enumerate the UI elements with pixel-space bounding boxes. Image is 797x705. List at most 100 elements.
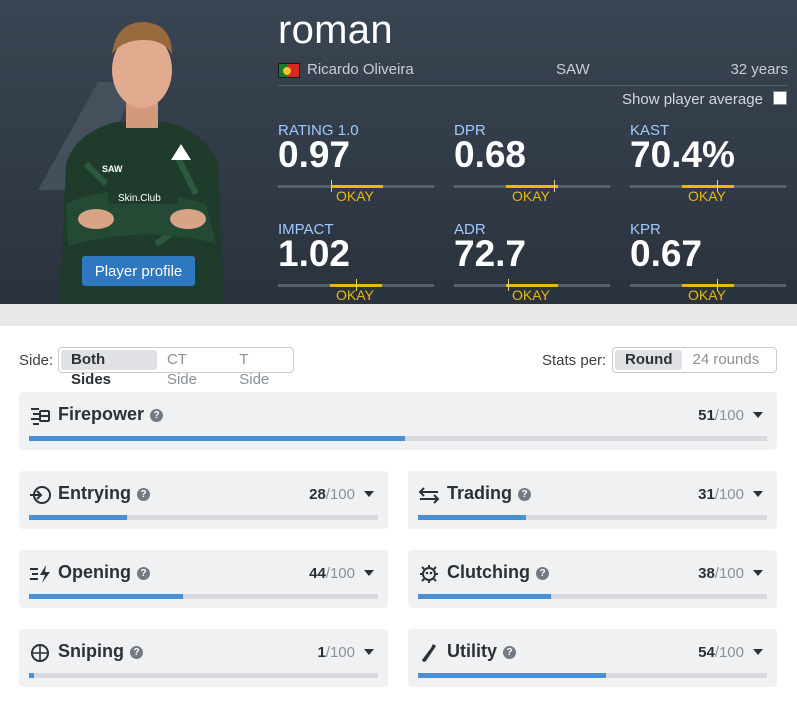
stat-dpr: DPR 0.68 OKAY bbox=[454, 122, 610, 212]
player-age: 32 years bbox=[730, 61, 788, 78]
category-title: Entrying? bbox=[58, 483, 151, 504]
stat-value: 72.7 bbox=[454, 233, 527, 274]
stat-rating-badge: OKAY bbox=[512, 188, 550, 204]
category-bar-fill bbox=[418, 515, 527, 520]
category-bar-fill bbox=[418, 594, 551, 599]
help-icon[interactable]: ? bbox=[150, 409, 164, 422]
side-option-ct[interactable]: CT Side bbox=[157, 350, 229, 388]
help-icon[interactable]: ? bbox=[130, 646, 143, 659]
stat-impact: IMPACT 1.02 OKAY bbox=[278, 221, 434, 304]
chevron-down-icon[interactable] bbox=[753, 412, 763, 418]
entrying-icon bbox=[30, 486, 51, 504]
stat-rating: RATING 1.0 0.97 OKAY bbox=[278, 122, 434, 212]
player-team[interactable]: SAW bbox=[556, 61, 590, 78]
category-card-utility[interactable]: Utility? 54/100 bbox=[408, 629, 777, 687]
stat-rating-badge: OKAY bbox=[336, 188, 374, 204]
utility-icon bbox=[422, 644, 436, 662]
category-score: 1/100 bbox=[317, 644, 355, 661]
category-bar bbox=[29, 673, 378, 678]
portugal-flag-icon bbox=[278, 63, 300, 78]
per-option-round[interactable]: Round bbox=[615, 350, 683, 370]
stat-bar-marker bbox=[554, 180, 555, 192]
category-score: 28/100 bbox=[309, 486, 355, 503]
help-icon[interactable]: ? bbox=[137, 567, 150, 580]
category-bar bbox=[29, 436, 767, 441]
stat-bar-marker bbox=[331, 180, 332, 192]
category-bar-fill bbox=[418, 673, 607, 678]
header-divider-band bbox=[0, 304, 797, 326]
category-bar bbox=[29, 594, 378, 599]
stat-kpr: KPR 0.67 OKAY bbox=[630, 221, 786, 304]
player-nickname: roman bbox=[278, 8, 393, 52]
category-card-opening[interactable]: Opening? 44/100 bbox=[19, 550, 388, 608]
show-average-label: Show player average bbox=[622, 91, 763, 108]
category-score: 44/100 bbox=[309, 565, 355, 582]
category-title: Opening? bbox=[58, 562, 150, 583]
chevron-down-icon[interactable] bbox=[364, 649, 374, 655]
chevron-down-icon[interactable] bbox=[753, 491, 763, 497]
trading-icon bbox=[418, 487, 440, 504]
stat-bar-marker bbox=[508, 279, 509, 291]
category-title: Trading? bbox=[447, 483, 532, 504]
chevron-down-icon[interactable] bbox=[364, 491, 374, 497]
category-bar-fill bbox=[29, 594, 183, 599]
category-bar bbox=[418, 594, 767, 599]
help-icon[interactable]: ? bbox=[137, 488, 151, 501]
stat-rating-badge: OKAY bbox=[336, 287, 374, 303]
category-card-trading[interactable]: Trading? 31/100 bbox=[408, 471, 777, 529]
category-bar-fill bbox=[29, 436, 406, 441]
stat-value: 70.4% bbox=[630, 134, 735, 175]
player-real-name: Ricardo Oliveira bbox=[307, 61, 414, 78]
stat-value: 0.68 bbox=[454, 134, 527, 175]
stats-per-label: Stats per: bbox=[542, 352, 607, 369]
crosshair-icon bbox=[31, 644, 49, 662]
help-icon[interactable]: ? bbox=[518, 488, 532, 501]
category-bar bbox=[29, 515, 378, 520]
category-bar-fill bbox=[29, 515, 127, 520]
help-icon[interactable]: ? bbox=[536, 567, 549, 580]
stat-rating-badge: OKAY bbox=[688, 287, 726, 303]
category-score: 31/100 bbox=[698, 486, 744, 503]
category-bar-fill bbox=[29, 673, 35, 678]
stat-value: 1.02 bbox=[278, 233, 351, 274]
chevron-down-icon[interactable] bbox=[753, 570, 763, 576]
category-bar bbox=[418, 673, 767, 678]
per-option-24-rounds[interactable]: 24 rounds bbox=[682, 350, 769, 370]
side-filter: Both Sides CT Side T Side bbox=[58, 347, 294, 388]
category-score: 38/100 bbox=[698, 565, 744, 582]
svg-text:Skin.Club: Skin.Club bbox=[118, 193, 161, 204]
chevron-down-icon[interactable] bbox=[753, 649, 763, 655]
player-meta: Ricardo Oliveira SAW 32 years bbox=[278, 61, 788, 81]
category-title: Firepower? bbox=[58, 404, 164, 425]
category-score: 54/100 bbox=[698, 644, 744, 661]
stat-kast: KAST 70.4% OKAY bbox=[630, 122, 786, 212]
stats-per-filter: Round 24 rounds bbox=[612, 347, 777, 373]
firepower-icon bbox=[31, 408, 50, 425]
category-card-sniping[interactable]: Sniping? 1/100 bbox=[19, 629, 388, 687]
category-bar bbox=[418, 515, 767, 520]
chevron-down-icon[interactable] bbox=[364, 570, 374, 576]
stat-adr: ADR 72.7 OKAY bbox=[454, 221, 610, 304]
clutching-icon bbox=[420, 565, 438, 583]
stat-rating-badge: OKAY bbox=[512, 287, 550, 303]
meta-divider bbox=[278, 85, 788, 86]
side-option-t[interactable]: T Side bbox=[229, 350, 291, 388]
category-title: Sniping? bbox=[58, 641, 143, 662]
category-card-entrying[interactable]: Entrying? 28/100 bbox=[19, 471, 388, 529]
svg-text:SAW: SAW bbox=[102, 164, 123, 174]
category-score: 51/100 bbox=[698, 407, 744, 424]
category-card-firepower[interactable]: Firepower? 51/100 bbox=[19, 392, 777, 450]
player-header: SAW Skin.Club Player profile roman Ricar… bbox=[0, 0, 797, 304]
category-title: Clutching? bbox=[447, 562, 549, 583]
side-filter-label: Side: bbox=[19, 352, 54, 369]
stat-value: 0.97 bbox=[278, 134, 351, 175]
stat-rating-badge: OKAY bbox=[688, 188, 726, 204]
opening-icon bbox=[30, 565, 50, 583]
category-title: Utility? bbox=[447, 641, 517, 662]
stat-value: 0.67 bbox=[630, 233, 703, 274]
category-card-clutching[interactable]: Clutching? 38/100 bbox=[408, 550, 777, 608]
help-icon[interactable]: ? bbox=[503, 646, 517, 659]
side-option-both[interactable]: Both Sides bbox=[61, 350, 157, 388]
player-profile-button[interactable]: Player profile bbox=[82, 256, 195, 286]
show-average-checkbox[interactable] bbox=[773, 91, 787, 105]
